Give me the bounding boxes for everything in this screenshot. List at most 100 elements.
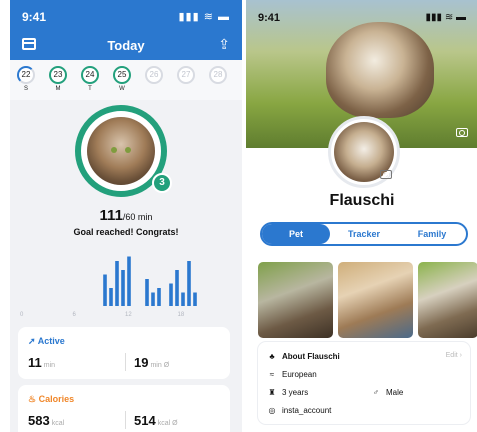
avatar-camera-icon[interactable] (380, 170, 392, 179)
paw-icon: ♣ (269, 352, 275, 361)
gender-value: Male (386, 388, 404, 397)
instagram-row[interactable]: ◎ insta_account (266, 406, 332, 415)
chart-bar (181, 292, 185, 306)
active-card-title: ➚ Active (28, 336, 65, 347)
active-today: 11 min (28, 355, 55, 370)
calories-average: 514 kcal Ø (134, 413, 178, 428)
chart-bar (157, 288, 161, 306)
active-card[interactable]: ➚ Active 11 min 19 min Ø (18, 327, 230, 379)
gallery-photo[interactable] (418, 262, 477, 338)
male-icon: ♂ (373, 388, 379, 397)
profile-tabs: Pet Tracker Family (260, 222, 468, 246)
day-circle: 23 (49, 66, 67, 84)
chart-tick-label: 18 (178, 312, 185, 318)
day-circle: 24 (81, 66, 99, 84)
running-icon: ➚ (28, 336, 36, 346)
cover-cat-illustration (326, 22, 434, 118)
goal-message: Goal reached! Congrats! (73, 227, 179, 237)
chart-bar (103, 274, 107, 306)
chart-bar (187, 261, 191, 306)
day-label: T (88, 86, 92, 92)
chart-bar (145, 279, 149, 306)
day-item[interactable]: 27 (176, 66, 196, 86)
cat-face-illustration (107, 139, 135, 163)
chart-bar (121, 270, 125, 306)
instagram-icon: ◎ (268, 406, 276, 415)
day-label: W (119, 86, 125, 92)
calories-card-title: ♨ Calories (28, 394, 74, 405)
chart-tick-label: 12 (125, 312, 132, 318)
about-card[interactable]: ♣ About Flauschi Edit › ≈ European ♜ 3 year… (258, 342, 470, 424)
cake-icon: ♜ (268, 388, 276, 397)
active-unit: min (43, 362, 56, 369)
instagram-value: insta_account (282, 406, 332, 415)
day-item[interactable]: 22 S (16, 66, 36, 92)
day-label: M (55, 86, 61, 92)
share-icon[interactable]: ⇪ (218, 36, 230, 53)
tab-pet[interactable]: Pet (262, 224, 330, 244)
cat-icon: ≈ (269, 370, 275, 379)
chart-bar (151, 292, 155, 306)
chart-bar (175, 270, 179, 306)
day-circle: 26 (145, 66, 163, 84)
active-avg-value: 19 (134, 355, 149, 370)
activity-screen: 9:41 ▮▮▮ ≋ ▬ Today ⇪ 22 S 23 M 24 T 25 W 26 … (10, 0, 242, 432)
divider (125, 353, 126, 371)
status-icons: ▮▮▮ ≋ ▬ (425, 12, 466, 23)
breed-row: ≈ European (266, 370, 317, 379)
status-time: 9:41 (22, 10, 47, 24)
calories-card[interactable]: ♨ Calories 583 kcal 514 kcal Ø (18, 385, 230, 432)
calories-today: 583 kcal (28, 413, 64, 428)
day-item[interactable]: 26 (144, 66, 164, 86)
camera-icon[interactable] (456, 128, 468, 137)
edit-link[interactable]: Edit › (446, 352, 462, 359)
active-value: 11 (28, 355, 42, 370)
calories-avg-unit: kcal Ø (157, 420, 178, 427)
calories-avg-value: 514 (134, 413, 156, 428)
pet-name: Flauschi (329, 192, 395, 209)
day-circle: 22 (17, 66, 35, 84)
chart-bar (127, 256, 131, 306)
day-item[interactable]: 25 W (112, 66, 132, 92)
active-title: Active (37, 336, 65, 346)
streak-badge: 3 (152, 173, 172, 193)
day-item[interactable]: 28 (208, 66, 228, 86)
top-bar: 9:41 ▮▮▮ ≋ ▬ Today ⇪ (10, 0, 242, 60)
edit-label: Edit (445, 352, 458, 359)
divider (125, 411, 126, 429)
photo-gallery (246, 262, 477, 338)
age-row: ♜ 3 years (266, 388, 308, 397)
breed-value: European (282, 370, 317, 379)
tab-tracker[interactable]: Tracker (330, 224, 398, 244)
goal-progress: 111/60 min (10, 207, 242, 225)
chevron-right-icon: › (459, 352, 462, 359)
day-circle: 28 (209, 66, 227, 84)
day-item[interactable]: 23 M (48, 66, 68, 92)
active-avg-unit: min Ø (150, 362, 170, 369)
calories-title: Calories (38, 394, 75, 404)
gender-row: ♂ Male (370, 388, 403, 397)
goal-unit: /60 min (122, 212, 153, 222)
about-title: About Flauschi (282, 352, 340, 361)
active-average: 19 min Ø (134, 355, 169, 370)
status-icons: ▮▮▮ ≋ ▬ (178, 11, 230, 23)
chart-bar (109, 288, 113, 306)
chart-bar (115, 261, 119, 306)
tab-family[interactable]: Family (398, 224, 466, 244)
age-value: 3 years (282, 388, 309, 397)
week-strip: 22 S 23 M 24 T 25 W 26 27 28 (10, 60, 242, 100)
chart-tick-label: 0 (20, 312, 24, 318)
activity-chart: 0 6 12 18 (20, 256, 197, 318)
day-circle: 27 (177, 66, 195, 84)
pet-avatar (87, 117, 155, 185)
pet-profile-screen: 9:41 ▮▮▮ ≋ ▬ Flauschi Pet Tracker Family… (246, 0, 477, 432)
chart-bar (169, 283, 173, 306)
gallery-photo[interactable] (258, 262, 333, 338)
day-circle: 25 (113, 66, 131, 84)
calories-value: 583 (28, 413, 50, 428)
gallery-photo[interactable] (338, 262, 413, 338)
day-item[interactable]: 24 T (80, 66, 100, 92)
goal-value: 111 (99, 207, 123, 224)
chart-tick-label: 6 (73, 312, 77, 318)
about-header: ♣ About Flauschi (266, 352, 340, 361)
